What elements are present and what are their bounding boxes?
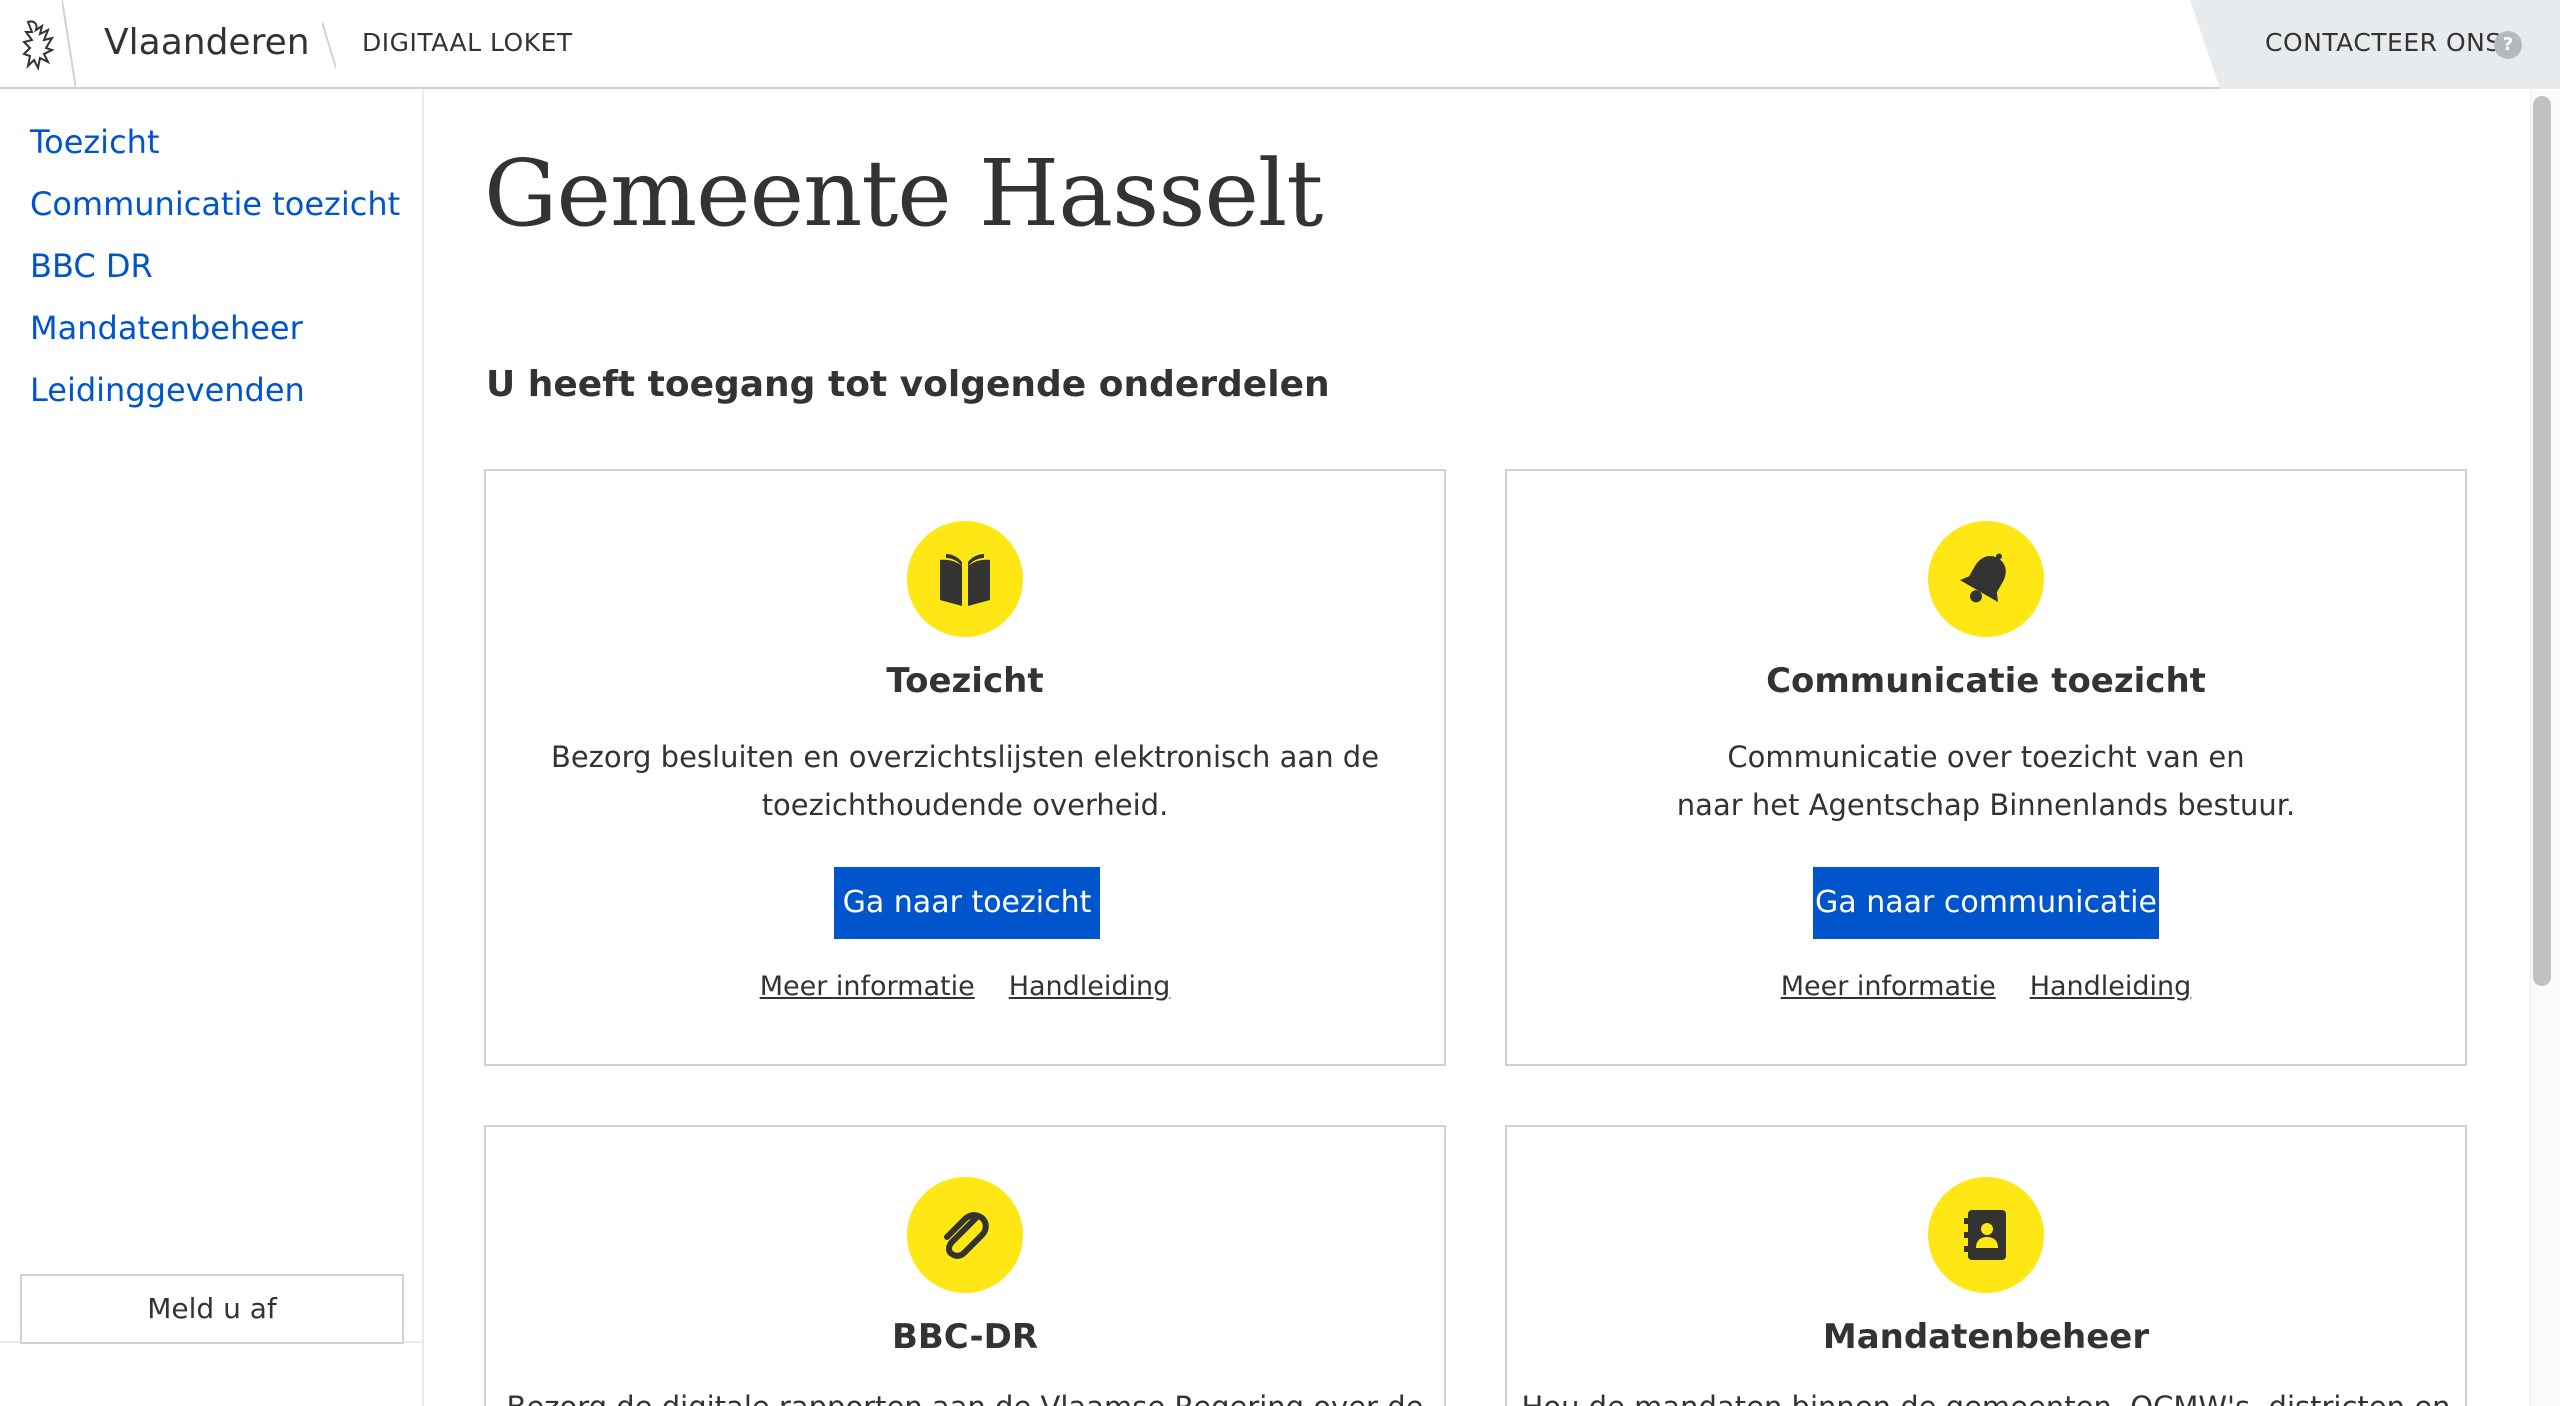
scrollbar-thumb[interactable]: [2533, 96, 2551, 986]
card-description-line: Communicatie over toezicht van en: [1727, 740, 2245, 774]
card-bbc-dr: BBC-DR Bezorg de digitale rapporten aan …: [484, 1125, 1446, 1406]
card-description: Bezorg besluiten en overzichtslijsten el…: [486, 733, 1444, 829]
header-divider: [62, 0, 76, 89]
sidebar-item-leidinggevenden[interactable]: Leidinggevenden: [30, 371, 305, 409]
card-title: Toezicht: [886, 661, 1044, 701]
card-description-line: naar het Agentschap Binnenlands bestuur.: [1676, 788, 2296, 822]
sidebar-item-bbc-dr[interactable]: BBC DR: [30, 247, 153, 285]
header-divider: [322, 22, 336, 68]
card-links: Meer informatie Handleiding: [1507, 971, 2465, 1002]
section-subtitle: U heeft toegang tot volgende onderdelen: [486, 364, 1330, 405]
address-book-icon: [1928, 1177, 2044, 1293]
go-to-toezicht-button[interactable]: Ga naar toezicht: [834, 867, 1100, 939]
more-info-link[interactable]: Meer informatie: [1781, 971, 1996, 1002]
book-icon: [907, 521, 1023, 637]
more-info-link[interactable]: Meer informatie: [760, 971, 975, 1002]
card-mandatenbeheer: Mandatenbeheer Hou de mandaten binnen de…: [1505, 1125, 2467, 1406]
sidebar-item-communicatie-toezicht[interactable]: Communicatie toezicht: [30, 185, 400, 223]
card-title: Communicatie toezicht: [1766, 661, 2206, 701]
card-description: Bezorg de digitale rapporten aan de Vlaa…: [486, 1383, 1444, 1406]
card-links: Meer informatie Handleiding: [486, 971, 1444, 1002]
paperclip-icon: [907, 1177, 1023, 1293]
manual-link[interactable]: Handleiding: [2030, 971, 2192, 1002]
logout-button[interactable]: Meld u af: [20, 1274, 404, 1344]
card-communicatie-toezicht: Communicatie toezicht Communicatie over …: [1505, 469, 2467, 1066]
bell-icon: [1928, 521, 2044, 637]
sidebar-item-mandatenbeheer[interactable]: Mandatenbeheer: [30, 309, 303, 347]
card-description-line: Bezorg besluiten en overzichtslijsten el…: [550, 740, 1380, 774]
card-description-line: toezichthoudende overheid.: [761, 788, 1169, 822]
card-description-line: Hou de mandaten binnen de gemeenten, OCM…: [1507, 1383, 2465, 1406]
sidebar-item-toezicht[interactable]: Toezicht: [30, 123, 159, 161]
contact-link[interactable]: CONTACTEER ONS: [2265, 28, 2502, 57]
card-description: Hou de mandaten binnen de gemeenten, OCM…: [1507, 1383, 2465, 1406]
page-title: Gemeente Hasselt: [484, 140, 1323, 247]
card-title: Mandatenbeheer: [1822, 1317, 2150, 1357]
go-to-communicatie-button[interactable]: Ga naar communicatie: [1813, 867, 2159, 939]
flemish-lion-logo-icon[interactable]: [20, 16, 60, 74]
site-section-title[interactable]: DIGITAAL LOKET: [362, 28, 573, 57]
question-icon[interactable]: ?: [2494, 31, 2522, 59]
sidebar: Toezicht Communicatie toezicht BBC DR Ma…: [0, 89, 424, 1406]
site-header: Vlaanderen DIGITAAL LOKET CONTACTEER ONS…: [0, 0, 2560, 89]
manual-link[interactable]: Handleiding: [1009, 971, 1171, 1002]
card-description-line: Bezorg de digitale rapporten aan de Vlaa…: [486, 1383, 1444, 1406]
card-title: BBC-DR: [891, 1317, 1039, 1357]
card-description: Communicatie over toezicht van en naar h…: [1507, 733, 2465, 829]
brand-name[interactable]: Vlaanderen: [104, 22, 310, 63]
card-toezicht: Toezicht Bezorg besluiten en overzichtsl…: [484, 469, 1446, 1066]
